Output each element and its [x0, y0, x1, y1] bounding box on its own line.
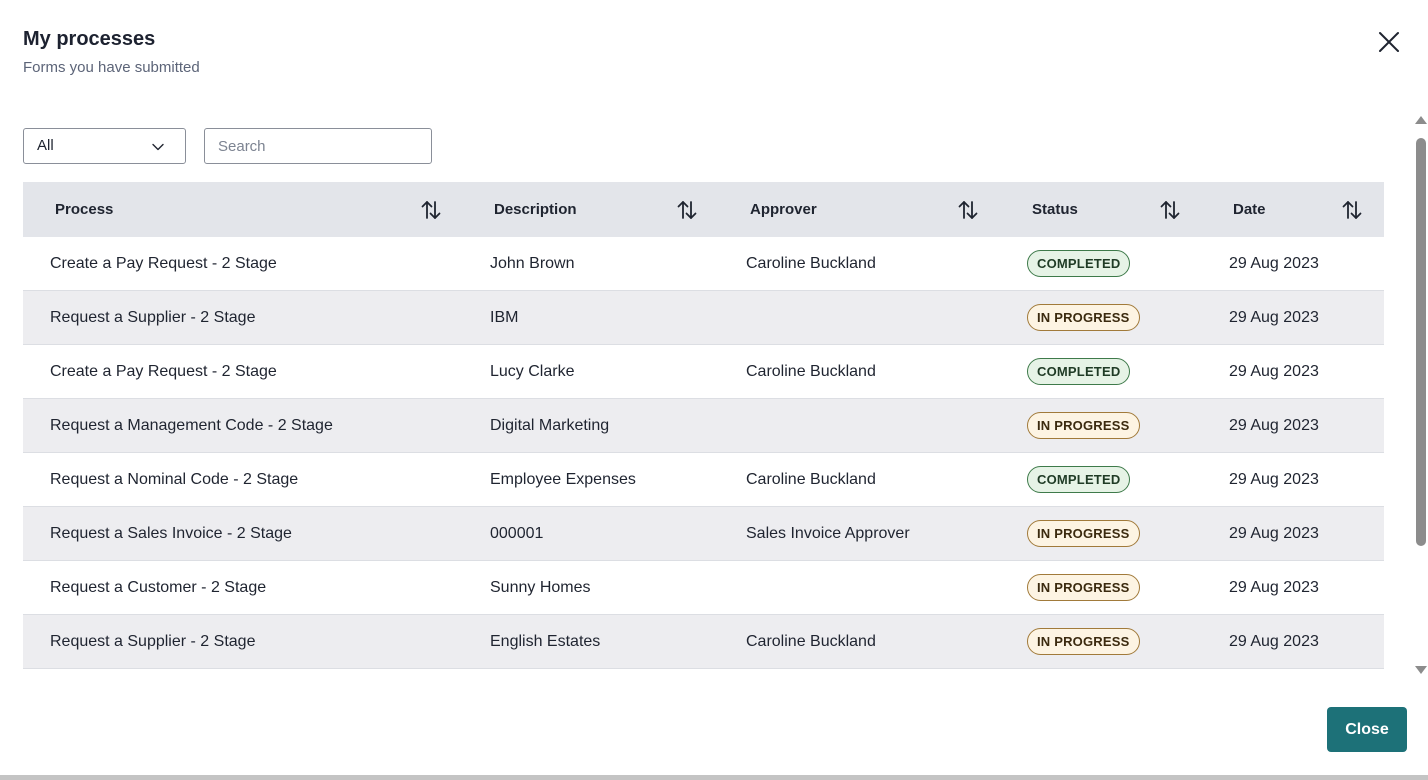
processes-table: Process Description Approver Status Date… — [23, 182, 1384, 669]
date-cell: 29 Aug 2023 — [1229, 633, 1319, 650]
description-cell: Sunny Homes — [490, 579, 591, 596]
table-header: Process Description Approver Status Date — [23, 182, 1384, 237]
process-cell: Request a Nominal Code - 2 Stage — [50, 471, 299, 488]
approver-cell: Sales Invoice Approver — [746, 525, 910, 542]
table-row[interactable]: Request a Supplier - 2 Stage IBM IN PROGRE… — [23, 291, 1384, 345]
dialog-subtitle: Forms you have submitted — [23, 59, 200, 76]
description-cell: English Estates — [490, 633, 601, 650]
process-cell: Request a Sales Invoice - 2 Stage — [50, 525, 292, 542]
vertical-scrollbar[interactable] — [1414, 116, 1428, 676]
approver-cell: Caroline Buckland — [746, 255, 876, 272]
close-icon[interactable] — [1374, 27, 1404, 57]
date-cell: 29 Aug 2023 — [1229, 525, 1319, 542]
scroll-up-arrow-icon[interactable] — [1415, 116, 1427, 124]
process-cell: Request a Customer - 2 Stage — [50, 579, 267, 596]
column-header-status[interactable]: Status — [1000, 182, 1202, 237]
dialog-title: My processes — [23, 28, 156, 50]
approver-cell: Caroline Buckland — [746, 471, 876, 488]
table-body: Create a Pay Request - 2 Stage John Brown… — [23, 237, 1384, 669]
status-filter-value: All — [37, 137, 54, 154]
status-badge: COMPLETED — [1027, 250, 1131, 277]
table-row[interactable]: Create a Pay Request - 2 Stage John Brown… — [23, 237, 1384, 291]
date-cell: 29 Aug 2023 — [1229, 363, 1319, 380]
window-bottom-edge — [0, 775, 1428, 780]
close-button[interactable]: Close — [1327, 707, 1407, 752]
status-badge: COMPLETED — [1027, 466, 1131, 493]
column-header-label: Status — [1032, 201, 1078, 218]
date-cell: 29 Aug 2023 — [1229, 471, 1319, 488]
process-cell: Request a Supplier - 2 Stage — [50, 309, 256, 326]
column-header-description[interactable]: Description — [463, 182, 719, 237]
description-cell: Lucy Clarke — [490, 363, 575, 380]
column-header-label: Approver — [750, 201, 817, 218]
approver-cell: Caroline Buckland — [746, 633, 876, 650]
description-cell: 000001 — [490, 525, 544, 542]
table-row[interactable]: Request a Management Code - 2 Stage Digit… — [23, 399, 1384, 453]
description-cell: John Brown — [490, 255, 575, 272]
column-header-process[interactable]: Process — [23, 182, 463, 237]
description-cell: IBM — [490, 309, 519, 326]
chevron-down-icon — [151, 140, 165, 154]
scroll-down-arrow-icon[interactable] — [1415, 666, 1427, 674]
table-row[interactable]: Request a Customer - 2 Stage Sunny Homes I… — [23, 561, 1384, 615]
table-row[interactable]: Request a Nominal Code - 2 Stage Employee… — [23, 453, 1384, 507]
table-row[interactable]: Create a Pay Request - 2 Stage Lucy Clark… — [23, 345, 1384, 399]
status-badge: IN PROGRESS — [1027, 520, 1140, 547]
description-cell: Digital Marketing — [490, 417, 610, 434]
process-cell: Create a Pay Request - 2 Stage — [50, 255, 277, 272]
column-header-label: Process — [55, 201, 114, 218]
status-badge: IN PROGRESS — [1027, 574, 1140, 601]
table-row[interactable]: Request a Sales Invoice - 2 Stage 000001 S… — [23, 507, 1384, 561]
date-cell: 29 Aug 2023 — [1229, 417, 1319, 434]
date-cell: 29 Aug 2023 — [1229, 309, 1319, 326]
sort-icon[interactable] — [675, 198, 699, 222]
sort-icon[interactable] — [1340, 198, 1364, 222]
description-cell: Employee Expenses — [490, 471, 636, 488]
status-badge: IN PROGRESS — [1027, 304, 1140, 331]
column-header-date[interactable]: Date — [1202, 182, 1384, 237]
process-cell: Request a Supplier - 2 Stage — [50, 633, 256, 650]
table-row[interactable]: Request a Supplier - 2 Stage English Esta… — [23, 615, 1384, 669]
status-badge: IN PROGRESS — [1027, 412, 1140, 439]
status-badge: COMPLETED — [1027, 358, 1131, 385]
column-header-label: Description — [494, 201, 577, 218]
column-header-approver[interactable]: Approver — [719, 182, 1000, 237]
status-badge: IN PROGRESS — [1027, 628, 1140, 655]
date-cell: 29 Aug 2023 — [1229, 255, 1319, 272]
sort-icon[interactable] — [419, 198, 443, 222]
status-filter-dropdown[interactable]: All — [23, 128, 186, 164]
process-cell: Request a Management Code - 2 Stage — [50, 417, 333, 434]
process-cell: Create a Pay Request - 2 Stage — [50, 363, 277, 380]
column-header-label: Date — [1233, 201, 1266, 218]
scrollbar-thumb[interactable] — [1416, 138, 1426, 546]
approver-cell: Caroline Buckland — [746, 363, 876, 380]
sort-icon[interactable] — [1158, 198, 1182, 222]
search-input[interactable] — [204, 128, 432, 164]
processes-dialog: My processes Forms you have submitted Al… — [0, 0, 1428, 776]
sort-icon[interactable] — [956, 198, 980, 222]
date-cell: 29 Aug 2023 — [1229, 579, 1319, 596]
